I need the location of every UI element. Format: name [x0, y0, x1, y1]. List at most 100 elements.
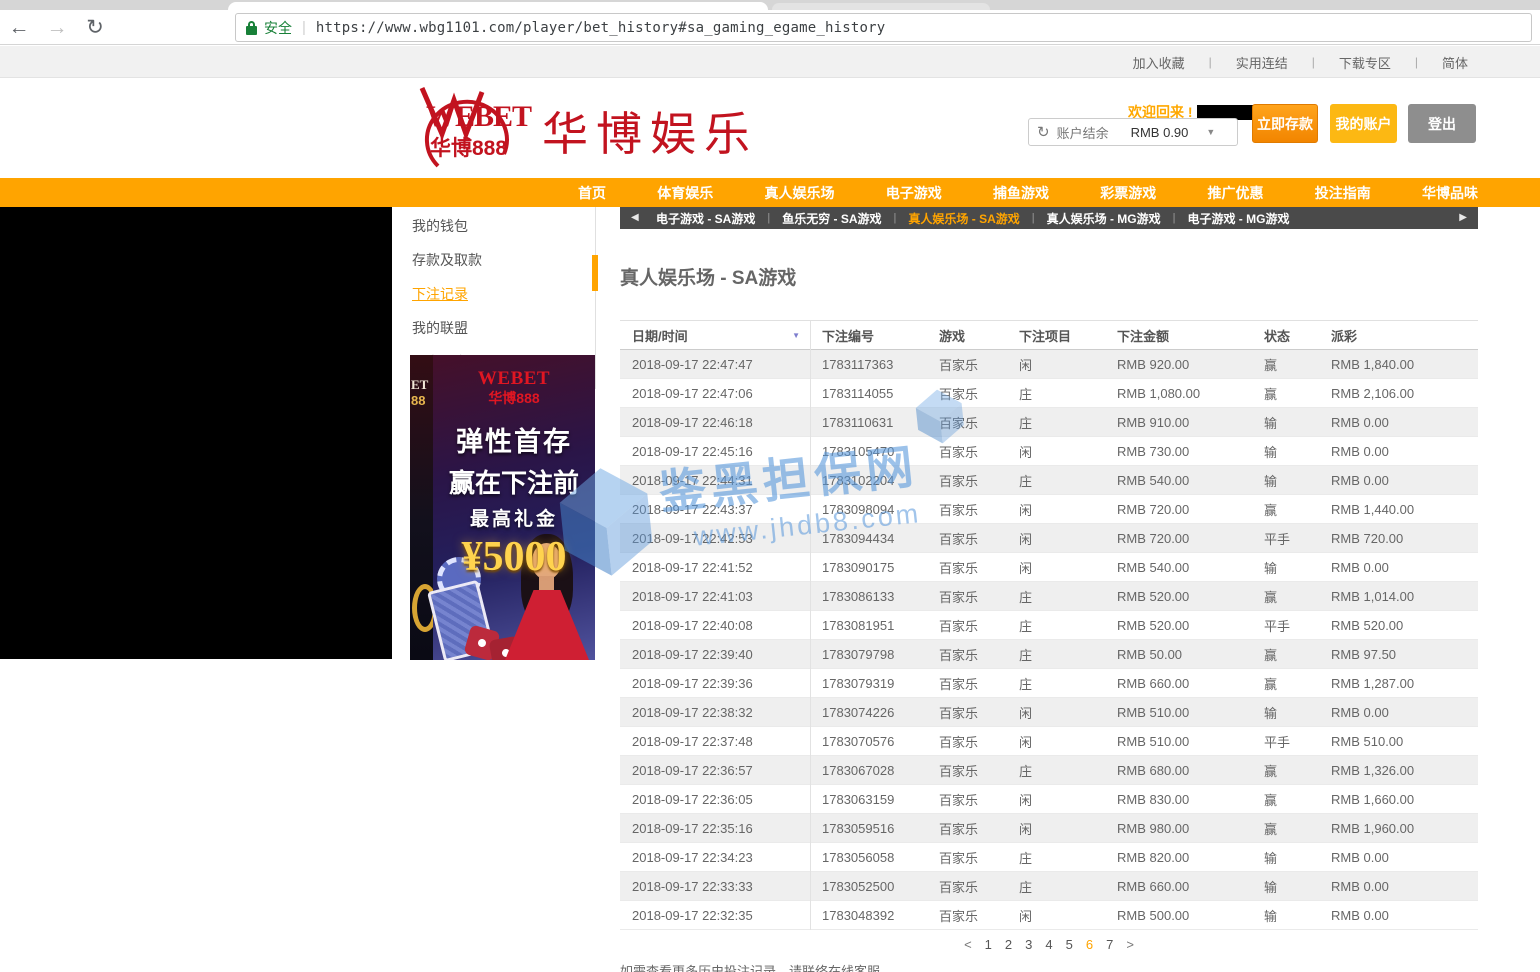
tab-item[interactable]: 电子游戏 - SA游戏 [656, 210, 755, 227]
table-row[interactable]: 2018-09-17 22:36:571783067028百家乐庄RMB 680… [620, 756, 1478, 785]
column-header[interactable]: 下注编号 [810, 321, 939, 350]
nav-item[interactable]: 首页 [578, 183, 606, 203]
table-cell: 赢 [1264, 761, 1331, 780]
pagination-next[interactable]: > [1126, 937, 1134, 952]
nav-item[interactable]: 彩票游戏 [1100, 183, 1156, 203]
table-row[interactable]: 2018-09-17 22:33:331783052500百家乐庄RMB 660… [620, 872, 1478, 901]
pagination-page[interactable]: 5 [1066, 937, 1073, 952]
table-cell: 百家乐 [939, 790, 1019, 809]
nav-item[interactable]: 华博品味 [1422, 183, 1478, 203]
table-row[interactable]: 2018-09-17 22:35:161783059516百家乐闲RMB 980… [620, 814, 1478, 843]
pagination-prev[interactable]: < [964, 937, 972, 952]
table-cell: RMB 0.00 [1331, 444, 1478, 459]
tab-item[interactable]: 真人娱乐场 - MG游戏 [1047, 210, 1161, 227]
table-cell: 1783048392 [810, 901, 939, 930]
sidebar-item[interactable]: 存款及取款 [410, 243, 595, 277]
promo-banner[interactable]: ET 88 WEBET 华博888 弹性首存 赢在下注前 最高礼金 ¥5000 [410, 355, 595, 660]
topbar-link[interactable]: 下载专区 [1339, 53, 1391, 72]
table-row[interactable]: 2018-09-17 22:46:181783110631百家乐庄RMB 910… [620, 408, 1478, 437]
table-cell: 1783052500 [810, 872, 939, 901]
table-row[interactable]: 2018-09-17 22:38:321783074226百家乐闲RMB 510… [620, 698, 1478, 727]
tab-item[interactable]: 电子游戏 - MG游戏 [1187, 210, 1289, 227]
table-row[interactable]: 2018-09-17 22:32:351783048392百家乐闲RMB 500… [620, 901, 1478, 930]
table-row[interactable]: 2018-09-17 22:40:081783081951百家乐庄RMB 520… [620, 611, 1478, 640]
refresh-balance-icon[interactable]: ↻ [1037, 123, 1050, 141]
topbar-link[interactable]: 简体 [1442, 53, 1468, 72]
table-cell: 2018-09-17 22:39:40 [620, 647, 810, 662]
table-cell: 2018-09-17 22:47:47 [620, 357, 810, 372]
table-row[interactable]: 2018-09-17 22:34:231783056058百家乐庄RMB 820… [620, 843, 1478, 872]
balance-dropdown-icon[interactable]: ▼ [1206, 127, 1215, 137]
table-cell: 输 [1264, 703, 1331, 722]
table-cell: RMB 660.00 [1117, 676, 1264, 691]
tab-item[interactable]: 鱼乐无穷 - SA游戏 [782, 210, 881, 227]
site-logo[interactable]: WEBET 华博888 华博娱乐 [408, 82, 758, 174]
sidebar-item[interactable]: 下注记录 [410, 277, 595, 311]
table-row[interactable]: 2018-09-17 22:37:481783070576百家乐闲RMB 510… [620, 727, 1478, 756]
my-account-button[interactable]: 我的账户 [1330, 104, 1397, 143]
column-header[interactable]: 下注金额 [1117, 326, 1264, 345]
main-content: ◀ 电子游戏 - SA游戏|鱼乐无穷 - SA游戏|真人娱乐场 - SA游戏|真… [620, 207, 1478, 972]
table-row[interactable]: 2018-09-17 22:36:051783063159百家乐闲RMB 830… [620, 785, 1478, 814]
nav-item[interactable]: 捕鱼游戏 [993, 183, 1049, 203]
browser-background-tab[interactable] [772, 3, 990, 10]
table-row[interactable]: 2018-09-17 22:41:521783090175百家乐闲RMB 540… [620, 553, 1478, 582]
browser-active-tab[interactable] [228, 2, 768, 10]
pagination-page[interactable]: 4 [1045, 937, 1052, 952]
reload-button[interactable]: ↻ [76, 15, 114, 40]
table-row[interactable]: 2018-09-17 22:41:031783086133百家乐庄RMB 520… [620, 582, 1478, 611]
topbar-link[interactable]: 实用连结 [1236, 53, 1288, 72]
table-row[interactable]: 2018-09-17 22:39:401783079798百家乐庄RMB 50.… [620, 640, 1478, 669]
deposit-button[interactable]: 立即存款 [1252, 104, 1318, 143]
table-cell: RMB 1,440.00 [1331, 502, 1478, 517]
nav-item[interactable]: 推广优惠 [1208, 183, 1264, 203]
banner-main[interactable]: WEBET 华博888 弹性首存 赢在下注前 最高礼金 ¥5000 [433, 355, 595, 660]
nav-item[interactable]: 体育娱乐 [657, 183, 713, 203]
topbar-link[interactable]: 加入收藏 [1133, 53, 1185, 72]
sidebar-item[interactable]: 我的联盟 [410, 311, 595, 345]
table-row[interactable]: 2018-09-17 22:47:061783114055百家乐庄RMB 1,0… [620, 379, 1478, 408]
pagination-page[interactable]: 1 [985, 937, 992, 952]
nav-item[interactable]: 真人娱乐场 [765, 183, 835, 203]
table-row[interactable]: 2018-09-17 22:45:161783105470百家乐闲RMB 730… [620, 437, 1478, 466]
table-cell: 平手 [1264, 616, 1331, 635]
sidebar-item[interactable]: 我的钱包 [410, 209, 595, 243]
table-row[interactable]: 2018-09-17 22:44:311783102204百家乐庄RMB 540… [620, 466, 1478, 495]
table-cell: 庄 [1019, 645, 1117, 664]
logout-button[interactable]: 登出 [1408, 104, 1476, 143]
table-row[interactable]: 2018-09-17 22:42:531783094434百家乐闲RMB 720… [620, 524, 1478, 553]
tabs-scroll-left-icon[interactable]: ◀ [631, 212, 639, 223]
column-header[interactable]: 日期/时间▼ [620, 326, 810, 345]
url-text[interactable]: https://www.wbg1101.com/player/bet_histo… [316, 20, 886, 36]
table-cell: 百家乐 [939, 558, 1019, 577]
tabs-scroll-right-icon[interactable]: ▶ [1459, 212, 1467, 223]
table-cell: 1783117363 [810, 350, 939, 379]
sort-caret-icon[interactable]: ▼ [792, 331, 800, 340]
table-cell: 1783067028 [810, 756, 939, 785]
address-bar[interactable]: 安全 | https://www.wbg1101.com/player/bet_… [235, 13, 1532, 42]
column-header[interactable]: 状态 [1264, 326, 1331, 345]
pagination-page[interactable]: 2 [1005, 937, 1012, 952]
banner-edge-text-top: ET [411, 377, 428, 393]
sidebar-active-indicator [592, 255, 598, 291]
nav-item[interactable]: 电子游戏 [886, 183, 942, 203]
pagination-page[interactable]: 6 [1086, 937, 1093, 952]
tab-item[interactable]: 真人娱乐场 - SA游戏 [908, 210, 1019, 227]
column-header[interactable]: 派彩 [1331, 326, 1478, 345]
pagination-page[interactable]: 3 [1025, 937, 1032, 952]
balance-box[interactable]: ↻ 账户结余 RMB 0.90 ▼ [1028, 118, 1238, 146]
table-cell: 闲 [1019, 790, 1117, 809]
logo-mark: WEBET 华博888 [408, 82, 528, 174]
pagination-page[interactable]: 7 [1106, 937, 1113, 952]
column-header[interactable]: 游戏 [939, 326, 1019, 345]
table-row[interactable]: 2018-09-17 22:39:361783079319百家乐庄RMB 660… [620, 669, 1478, 698]
table-row[interactable]: 2018-09-17 22:43:371783098094百家乐闲RMB 720… [620, 495, 1478, 524]
table-cell: 百家乐 [939, 848, 1019, 867]
topbar-separator: | [1415, 55, 1418, 69]
forward-button[interactable]: → [38, 16, 76, 40]
table-cell: 百家乐 [939, 877, 1019, 896]
table-row[interactable]: 2018-09-17 22:47:471783117363百家乐闲RMB 920… [620, 350, 1478, 379]
back-button[interactable]: ← [0, 16, 38, 40]
nav-item[interactable]: 投注指南 [1315, 183, 1371, 203]
column-header[interactable]: 下注项目 [1019, 326, 1117, 345]
